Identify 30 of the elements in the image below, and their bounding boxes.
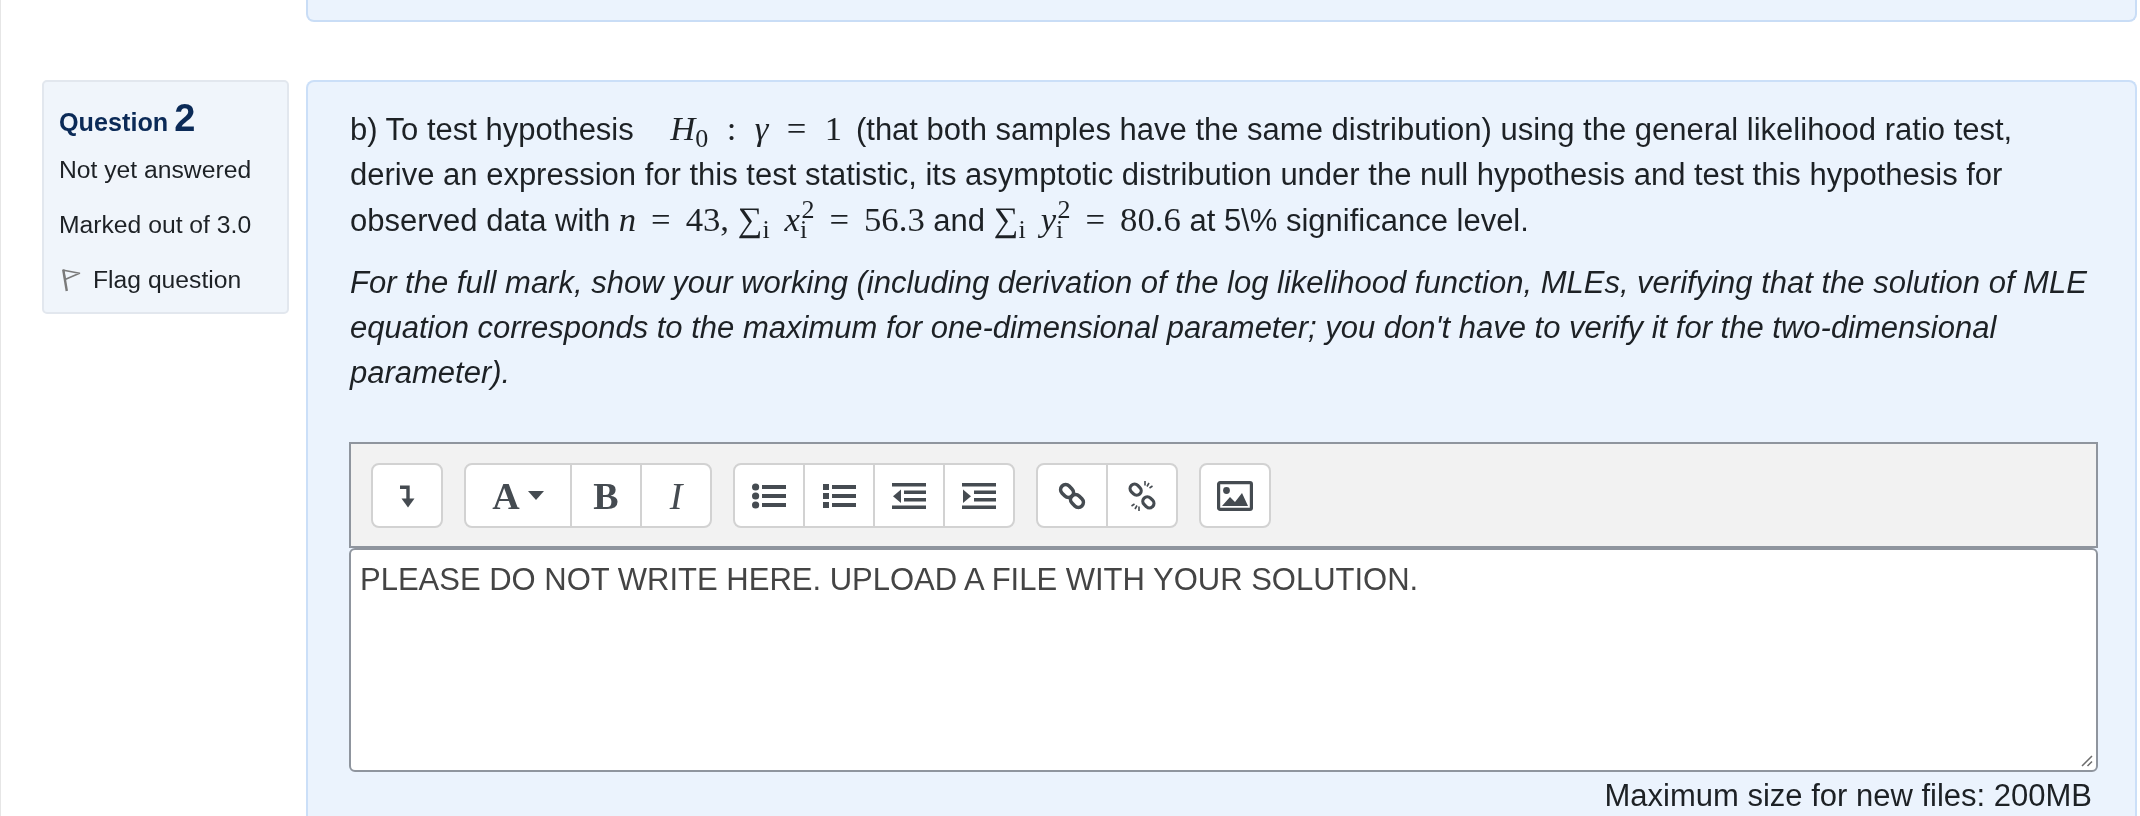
link-button[interactable] [1036, 463, 1108, 528]
instruction-text: For the full mark, show your working (including derivation of the log likelihood function, MLEs, verifying that the solution of MLE equation corresponds to the maximum for one-dimensional parameter; you don't have to verify it for the two-dimensional parameter). [350, 264, 2088, 392]
question-text: b) To test hypothesis H$_{0}$ : γ = 1 (that both samples have the same distribution) using the general likelihood ratio test, derive an expression for this test statistic, its asymptotic distribution under the null hypothesis and test this hypothesis for observed data with n = 43, ∑$_{i}$ x$_{i}$$^{2}$ = 56.3 and ∑$_{i}$ y$_{i}$$^{2}$ = 80.6 at 5\% significance level. [350, 108, 2014, 243]
font-style-dropdown-button[interactable]: A [464, 463, 572, 528]
question-grade: Marked out of 3.0 [59, 210, 252, 240]
editor-text-area[interactable]: PLEASE DO NOT WRITE HERE. UPLOAD A FILE WITH YOUR SOLUTION. [349, 548, 2098, 772]
toolbar-toggle-button[interactable] [371, 463, 443, 528]
question-state: Not yet answered [59, 155, 252, 185]
bulleted-list-icon [752, 482, 786, 509]
chain-link-icon [1057, 480, 1087, 511]
resize-handle-icon [2079, 753, 2093, 767]
indent-icon [962, 482, 996, 509]
image-icon [1217, 480, 1253, 511]
bent-arrow-icon [399, 483, 415, 508]
bold-button[interactable]: B [570, 463, 642, 528]
bulleted-list-button[interactable] [733, 463, 805, 528]
indent-button[interactable] [943, 463, 1015, 528]
caret-icon [527, 491, 544, 500]
broken-chain-icon [1126, 479, 1158, 512]
question-number: 2 [174, 97, 196, 139]
insert-image-button[interactable] [1199, 463, 1271, 528]
file-size-limit-text: Maximum size for new files: 200MB [1603, 778, 2092, 814]
flag-question-link[interactable]: Flag question [61, 265, 242, 295]
outdent-icon [892, 482, 926, 509]
question-label: Question [59, 108, 169, 136]
italic-button[interactable]: I [640, 463, 712, 528]
list-icon [822, 482, 856, 509]
unlink-button[interactable] [1106, 463, 1178, 528]
numbered-list-button[interactable] [803, 463, 875, 528]
outdent-button[interactable] [873, 463, 945, 528]
